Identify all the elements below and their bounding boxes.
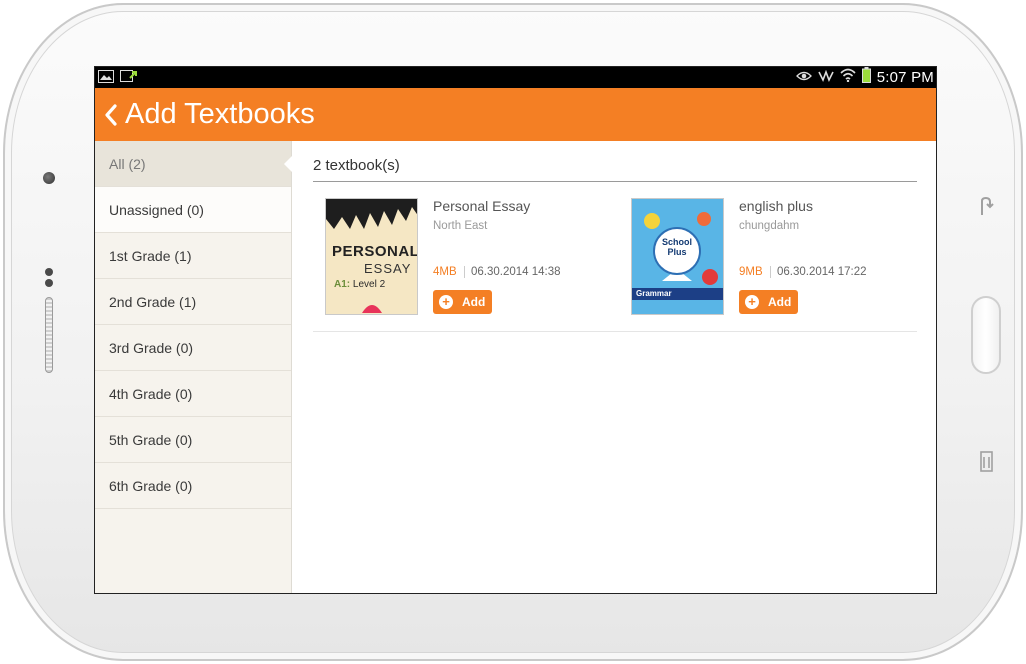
clock-time: 5:07 PM bbox=[876, 69, 934, 86]
sidebar-item-4th-grade[interactable]: 4th Grade (0) bbox=[95, 371, 291, 417]
app-bar: Add Textbooks bbox=[95, 88, 936, 141]
sidebar-item-2nd-grade[interactable]: 2nd Grade (1) bbox=[95, 279, 291, 325]
front-camera bbox=[43, 172, 55, 184]
sidebar-item-6th-grade[interactable]: 6th Grade (0) bbox=[95, 463, 291, 509]
signal-icon bbox=[818, 69, 834, 87]
textbook-count: 2 textbook(s) bbox=[313, 157, 400, 174]
book-title: english plus bbox=[739, 198, 813, 214]
book-cover[interactable]: School Plus Grammar bbox=[631, 198, 724, 315]
image-icon bbox=[98, 70, 114, 89]
status-bar: 5:07 PM bbox=[95, 67, 936, 89]
battery-icon bbox=[861, 67, 871, 88]
plus-icon: + bbox=[439, 295, 453, 309]
chevron-left-icon bbox=[105, 104, 117, 126]
sidebar-item-unassigned[interactable]: Unassigned (0) bbox=[95, 187, 291, 233]
hardware-menu-icon[interactable] bbox=[975, 449, 997, 475]
sidebar-item-5th-grade[interactable]: 5th Grade (0) bbox=[95, 417, 291, 463]
page-title: Add Textbooks bbox=[125, 98, 315, 130]
wifi-icon bbox=[840, 68, 856, 87]
book-size: 9MB bbox=[739, 266, 771, 278]
book-date: 06.30.2014 14:38 bbox=[471, 266, 561, 278]
book-title: Personal Essay bbox=[433, 198, 531, 214]
sidebar-item-3rd-grade[interactable]: 3rd Grade (0) bbox=[95, 325, 291, 371]
sidebar-item-1st-grade[interactable]: 1st Grade (1) bbox=[95, 233, 291, 279]
textbook-item: School Plus Grammar english plus chungda… bbox=[631, 198, 931, 318]
download-icon bbox=[120, 70, 138, 89]
divider bbox=[313, 331, 917, 332]
eye-icon bbox=[795, 69, 812, 87]
sensor-dot bbox=[45, 279, 53, 287]
hardware-back-icon[interactable] bbox=[975, 195, 997, 221]
home-button[interactable] bbox=[971, 296, 1001, 374]
back-button[interactable] bbox=[101, 100, 121, 130]
sidebar-item-all[interactable]: All (2) bbox=[95, 141, 292, 187]
textbook-item: PERSONAL ESSAY A1: Level 2 Personal Essa… bbox=[325, 198, 625, 318]
add-book-button[interactable]: + Add bbox=[739, 290, 798, 314]
book-publisher: North East bbox=[433, 220, 488, 232]
device-screen: 5:07 PM Add Textbooks All (2) Unassigned… bbox=[94, 66, 937, 594]
book-cover[interactable]: PERSONAL ESSAY A1: Level 2 bbox=[325, 198, 418, 315]
plus-icon: + bbox=[745, 295, 759, 309]
speaker-grille bbox=[45, 297, 53, 373]
book-publisher: chungdahm bbox=[739, 220, 800, 232]
book-size: 4MB bbox=[433, 266, 465, 278]
book-date: 06.30.2014 17:22 bbox=[777, 266, 867, 278]
grade-filter-sidebar: All (2) Unassigned (0) 1st Grade (1) 2nd… bbox=[95, 141, 292, 593]
textbook-list: 2 textbook(s) PERSONAL ESSAY A1: Level 2… bbox=[292, 141, 936, 593]
divider bbox=[313, 181, 917, 182]
add-book-button[interactable]: + Add bbox=[433, 290, 492, 314]
sensor-dot bbox=[45, 268, 53, 276]
